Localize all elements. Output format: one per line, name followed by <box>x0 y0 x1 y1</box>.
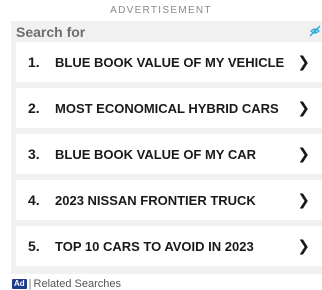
search-result-5[interactable]: 5. TOP 10 CARS TO AVOID IN 2023 ❯ <box>16 226 322 266</box>
search-result-3[interactable]: 3. BLUE BOOK VALUE OF MY CAR ❯ <box>16 134 322 174</box>
related-searches-link[interactable]: Related Searches <box>34 278 121 290</box>
search-result-1[interactable]: 1. BLUE BOOK VALUE OF MY VEHICLE ❯ <box>16 42 322 82</box>
ad-badge: Ad <box>12 278 27 289</box>
search-for-heading: Search for <box>16 24 86 40</box>
result-label: MOST ECONOMICAL HYBRID CARS <box>55 100 279 116</box>
result-label: BLUE BOOK VALUE OF MY VEHICLE <box>55 54 285 70</box>
result-number: 4. <box>28 192 40 208</box>
result-number: 1. <box>28 54 40 70</box>
advertisement-label: ADVERTISEMENT <box>110 5 212 16</box>
ad-container: ADVERTISEMENT Search for 1. BLUE BOOK VA… <box>0 0 322 290</box>
search-ad-box: Search for 1. BLUE BOOK VALUE OF MY VEHI… <box>11 21 322 274</box>
result-number: 3. <box>28 146 40 162</box>
result-label: BLUE BOOK VALUE OF MY CAR <box>55 146 257 162</box>
footer-separator: | <box>28 277 32 290</box>
chevron-right-icon: ❯ <box>297 192 310 209</box>
search-result-2[interactable]: 2. MOST ECONOMICAL HYBRID CARS ❯ <box>16 88 322 128</box>
adchoices-icon[interactable] <box>308 24 322 38</box>
result-number: 5. <box>28 238 40 254</box>
chevron-right-icon: ❯ <box>297 54 310 71</box>
chevron-right-icon: ❯ <box>297 100 310 117</box>
result-label: 2023 NISSAN FRONTIER TRUCK <box>55 192 256 208</box>
search-results-list: 1. BLUE BOOK VALUE OF MY VEHICLE ❯ 2. MO… <box>16 42 322 266</box>
result-label: TOP 10 CARS TO AVOID IN 2023 <box>55 238 254 254</box>
search-result-4[interactable]: 4. 2023 NISSAN FRONTIER TRUCK ❯ <box>16 180 322 220</box>
result-number: 2. <box>28 100 40 116</box>
chevron-right-icon: ❯ <box>297 146 310 163</box>
ad-footer: Ad | Related Searches <box>12 277 121 290</box>
chevron-right-icon: ❯ <box>297 238 310 255</box>
